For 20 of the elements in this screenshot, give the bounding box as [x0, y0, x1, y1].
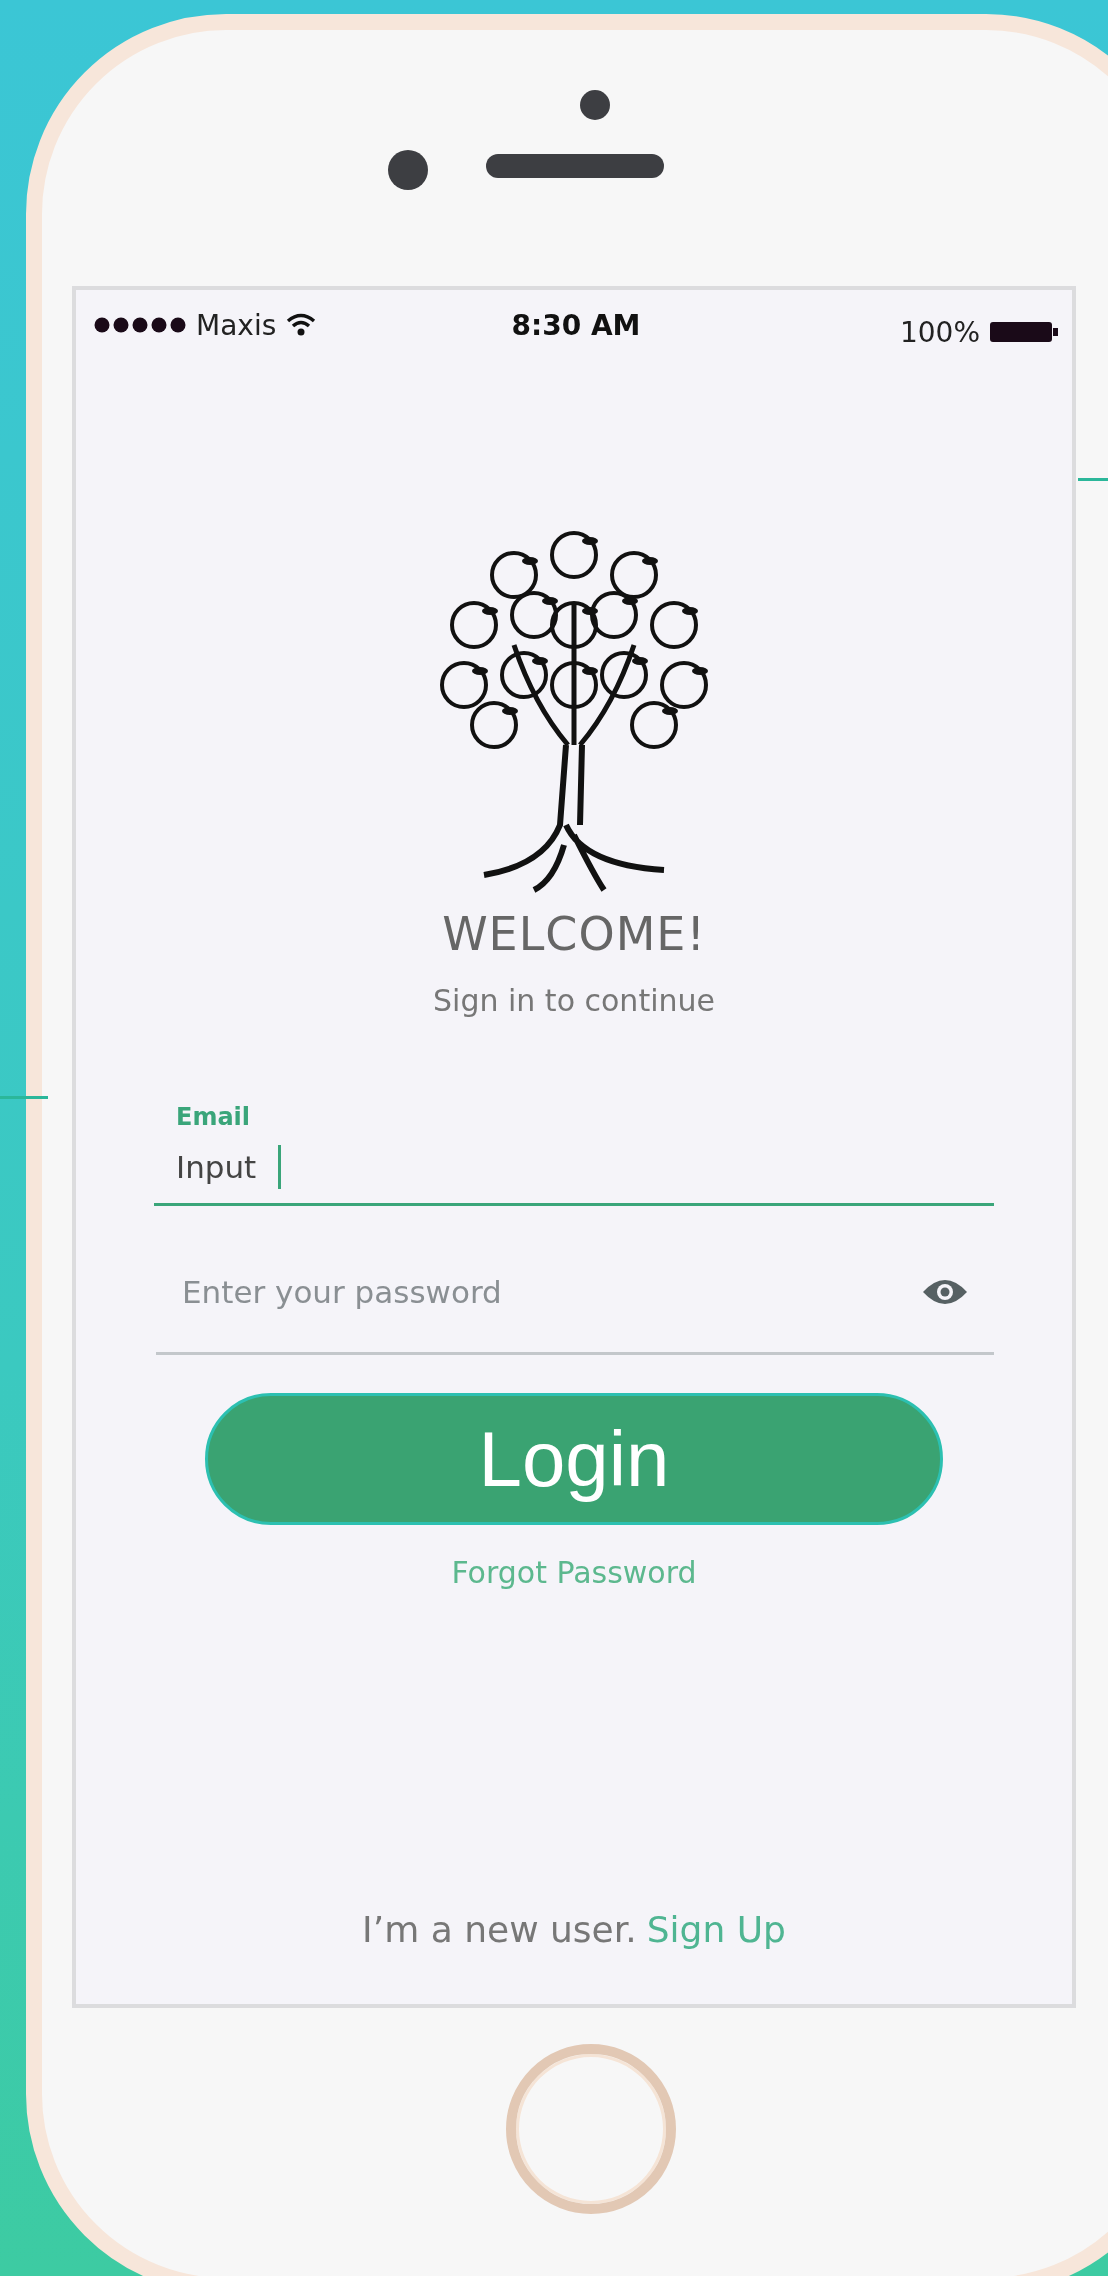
front-camera	[388, 150, 428, 190]
signal-icon	[94, 317, 186, 333]
forgot-password-link[interactable]: Forgot Password	[451, 1555, 697, 1590]
status-time: 8:30 AM	[511, 308, 641, 342]
email-field[interactable]: Email Input	[154, 1103, 994, 1206]
wifi-icon	[286, 313, 317, 337]
text-cursor	[278, 1145, 282, 1189]
email-value: Input	[176, 1149, 257, 1185]
battery-icon	[990, 320, 1058, 344]
new-user-text: I’m a new user.	[362, 1909, 637, 1950]
sign-up-link[interactable]: Sign Up	[646, 1909, 786, 1950]
carrier-name: Maxis	[196, 308, 277, 342]
login-button[interactable]: Login	[205, 1393, 943, 1525]
eye-icon[interactable]	[922, 1278, 968, 1306]
battery-percent: 100%	[899, 315, 980, 349]
welcome-title: WELCOME!	[442, 907, 706, 961]
email-label: Email	[176, 1103, 251, 1131]
sensor-dot	[580, 90, 610, 120]
welcome-subtitle: Sign in to continue	[433, 983, 715, 1018]
password-field[interactable]: Enter your password	[182, 1274, 702, 1310]
